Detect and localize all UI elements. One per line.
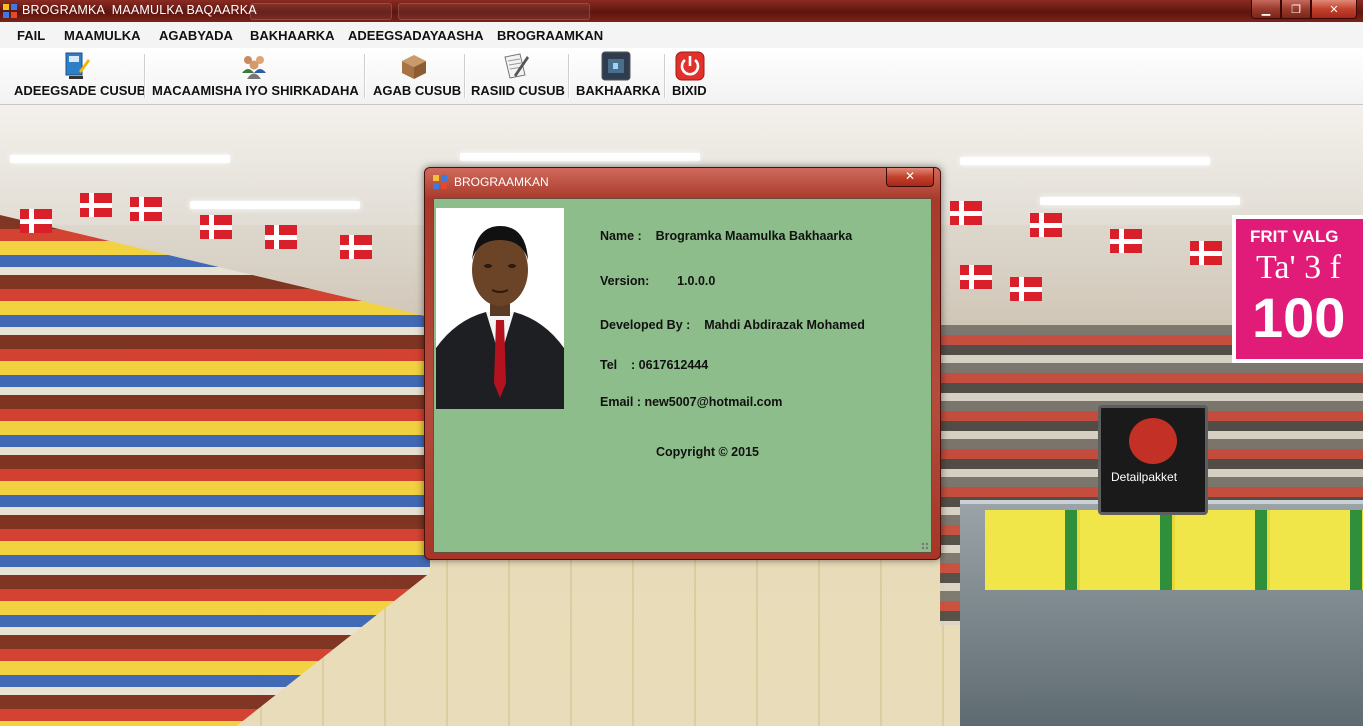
flag xyxy=(200,215,232,239)
menu-bar: FAIL MAAMULKA AGABYADA BAKHAARKA ADEEGSA… xyxy=(0,22,1363,49)
ceiling-light xyxy=(1040,197,1240,205)
new-user-label: ADEEGSADE CUSUB xyxy=(14,83,147,98)
minimize-button[interactable]: ▁ xyxy=(1251,0,1281,19)
ceiling-light xyxy=(10,155,230,163)
flag xyxy=(1030,213,1062,237)
developer-email: Email : new5007@hotmail.com xyxy=(600,395,783,409)
flag xyxy=(265,225,297,249)
detail-sign: Detailpakket xyxy=(1098,405,1208,515)
new-receipt-label: RASIID CUSUB xyxy=(471,83,565,98)
menu-bakhaarka[interactable]: BAKHAARKA xyxy=(250,28,335,43)
detail-sign-text: Detailpakket xyxy=(1111,470,1178,484)
flag xyxy=(960,265,992,289)
ceiling-light xyxy=(960,157,1210,165)
resize-grip[interactable] xyxy=(921,542,929,550)
program-name: Name : Brogramka Maamulka Bakhaarka xyxy=(600,229,853,243)
menu-fail[interactable]: FAIL xyxy=(17,28,45,43)
warehouse-icon xyxy=(601,51,631,81)
close-button[interactable]: ✕ xyxy=(1311,0,1357,19)
new-user-button[interactable]: ADEEGSADE CUSUB xyxy=(0,48,146,104)
promo-sign-line2: Ta' 3 f xyxy=(1256,249,1341,286)
menu-adeegsadayaasha[interactable]: ADEEGSADAYAASHA xyxy=(348,28,484,43)
about-dialog: BROGRAAMKAN ✕ Name : Brogramka Maamulka … xyxy=(424,167,941,560)
flag xyxy=(130,197,162,221)
exit-label: BIXID xyxy=(672,83,707,98)
app-icon xyxy=(3,4,17,18)
flag xyxy=(80,193,112,217)
flag xyxy=(20,209,52,233)
promo-sign: FRIT VALG Ta' 3 f 100 xyxy=(1232,215,1363,363)
menu-maamulka[interactable]: MAAMULKA xyxy=(64,28,141,43)
customers-icon xyxy=(242,56,266,79)
dialog-close-button[interactable]: ✕ xyxy=(886,168,934,187)
flag xyxy=(1010,277,1042,301)
program-developer: Developed By : Mahdi Abdirazak Mohamed xyxy=(600,318,865,332)
apple-graphic xyxy=(1129,418,1177,464)
flag xyxy=(1190,241,1222,265)
menu-brograamkan[interactable]: BROGRAAMKAN xyxy=(497,28,603,43)
customers-label: MACAAMISHA IYO SHIRKADAHA xyxy=(152,83,359,98)
promo-sign-line1: FRIT VALG xyxy=(1250,227,1339,246)
customers-button[interactable]: MACAAMISHA IYO SHIRKADAHA xyxy=(146,48,362,104)
maximize-button[interactable]: ❐ xyxy=(1281,0,1311,19)
toolbar: ADEEGSADE CUSUB MACAAMISHA IYO SHIRKADAH… xyxy=(0,48,1363,105)
window-title: BROGRAMKA MAAMULKA BAQAARKA xyxy=(22,3,257,17)
warehouse-label: BAKHAARKA xyxy=(576,83,661,98)
dialog-app-icon xyxy=(433,175,447,189)
developer-photo xyxy=(436,208,564,409)
ceiling-light xyxy=(190,201,360,209)
flag xyxy=(1110,229,1142,253)
box-icon xyxy=(402,55,426,79)
warehouse-button[interactable]: BAKHAARKA xyxy=(570,48,662,104)
background-tab xyxy=(250,3,392,20)
dialog-content: Name : Brogramka Maamulka Bakhaarka Vers… xyxy=(433,198,932,553)
program-version: Version: 1.0.0.0 xyxy=(600,274,716,288)
receipt-icon xyxy=(504,53,529,79)
product-boxes xyxy=(985,510,1363,590)
new-item-label: AGAB CUSUB xyxy=(373,83,462,98)
new-receipt-button[interactable]: RASIID CUSUB xyxy=(466,48,566,104)
menu-agabyada[interactable]: AGABYADA xyxy=(159,28,233,43)
exit-button[interactable]: BIXID xyxy=(666,48,716,104)
dialog-title: BROGRAAMKAN xyxy=(454,175,549,189)
new-item-button[interactable]: AGAB CUSUB xyxy=(366,48,462,104)
copyright: Copyright © 2015 xyxy=(656,445,759,459)
new-user-icon xyxy=(65,52,90,79)
background-tab xyxy=(398,3,590,20)
flag xyxy=(340,235,372,259)
flag xyxy=(950,201,982,225)
window-title-bar[interactable]: BROGRAMKA MAAMULKA BAQAARKA ▁ ❐ ✕ xyxy=(0,0,1363,22)
ceiling-light xyxy=(460,153,700,161)
promo-sign-line3: 100 xyxy=(1252,286,1346,349)
developer-phone: Tel : 0617612444 xyxy=(600,358,709,372)
power-icon xyxy=(675,51,705,81)
